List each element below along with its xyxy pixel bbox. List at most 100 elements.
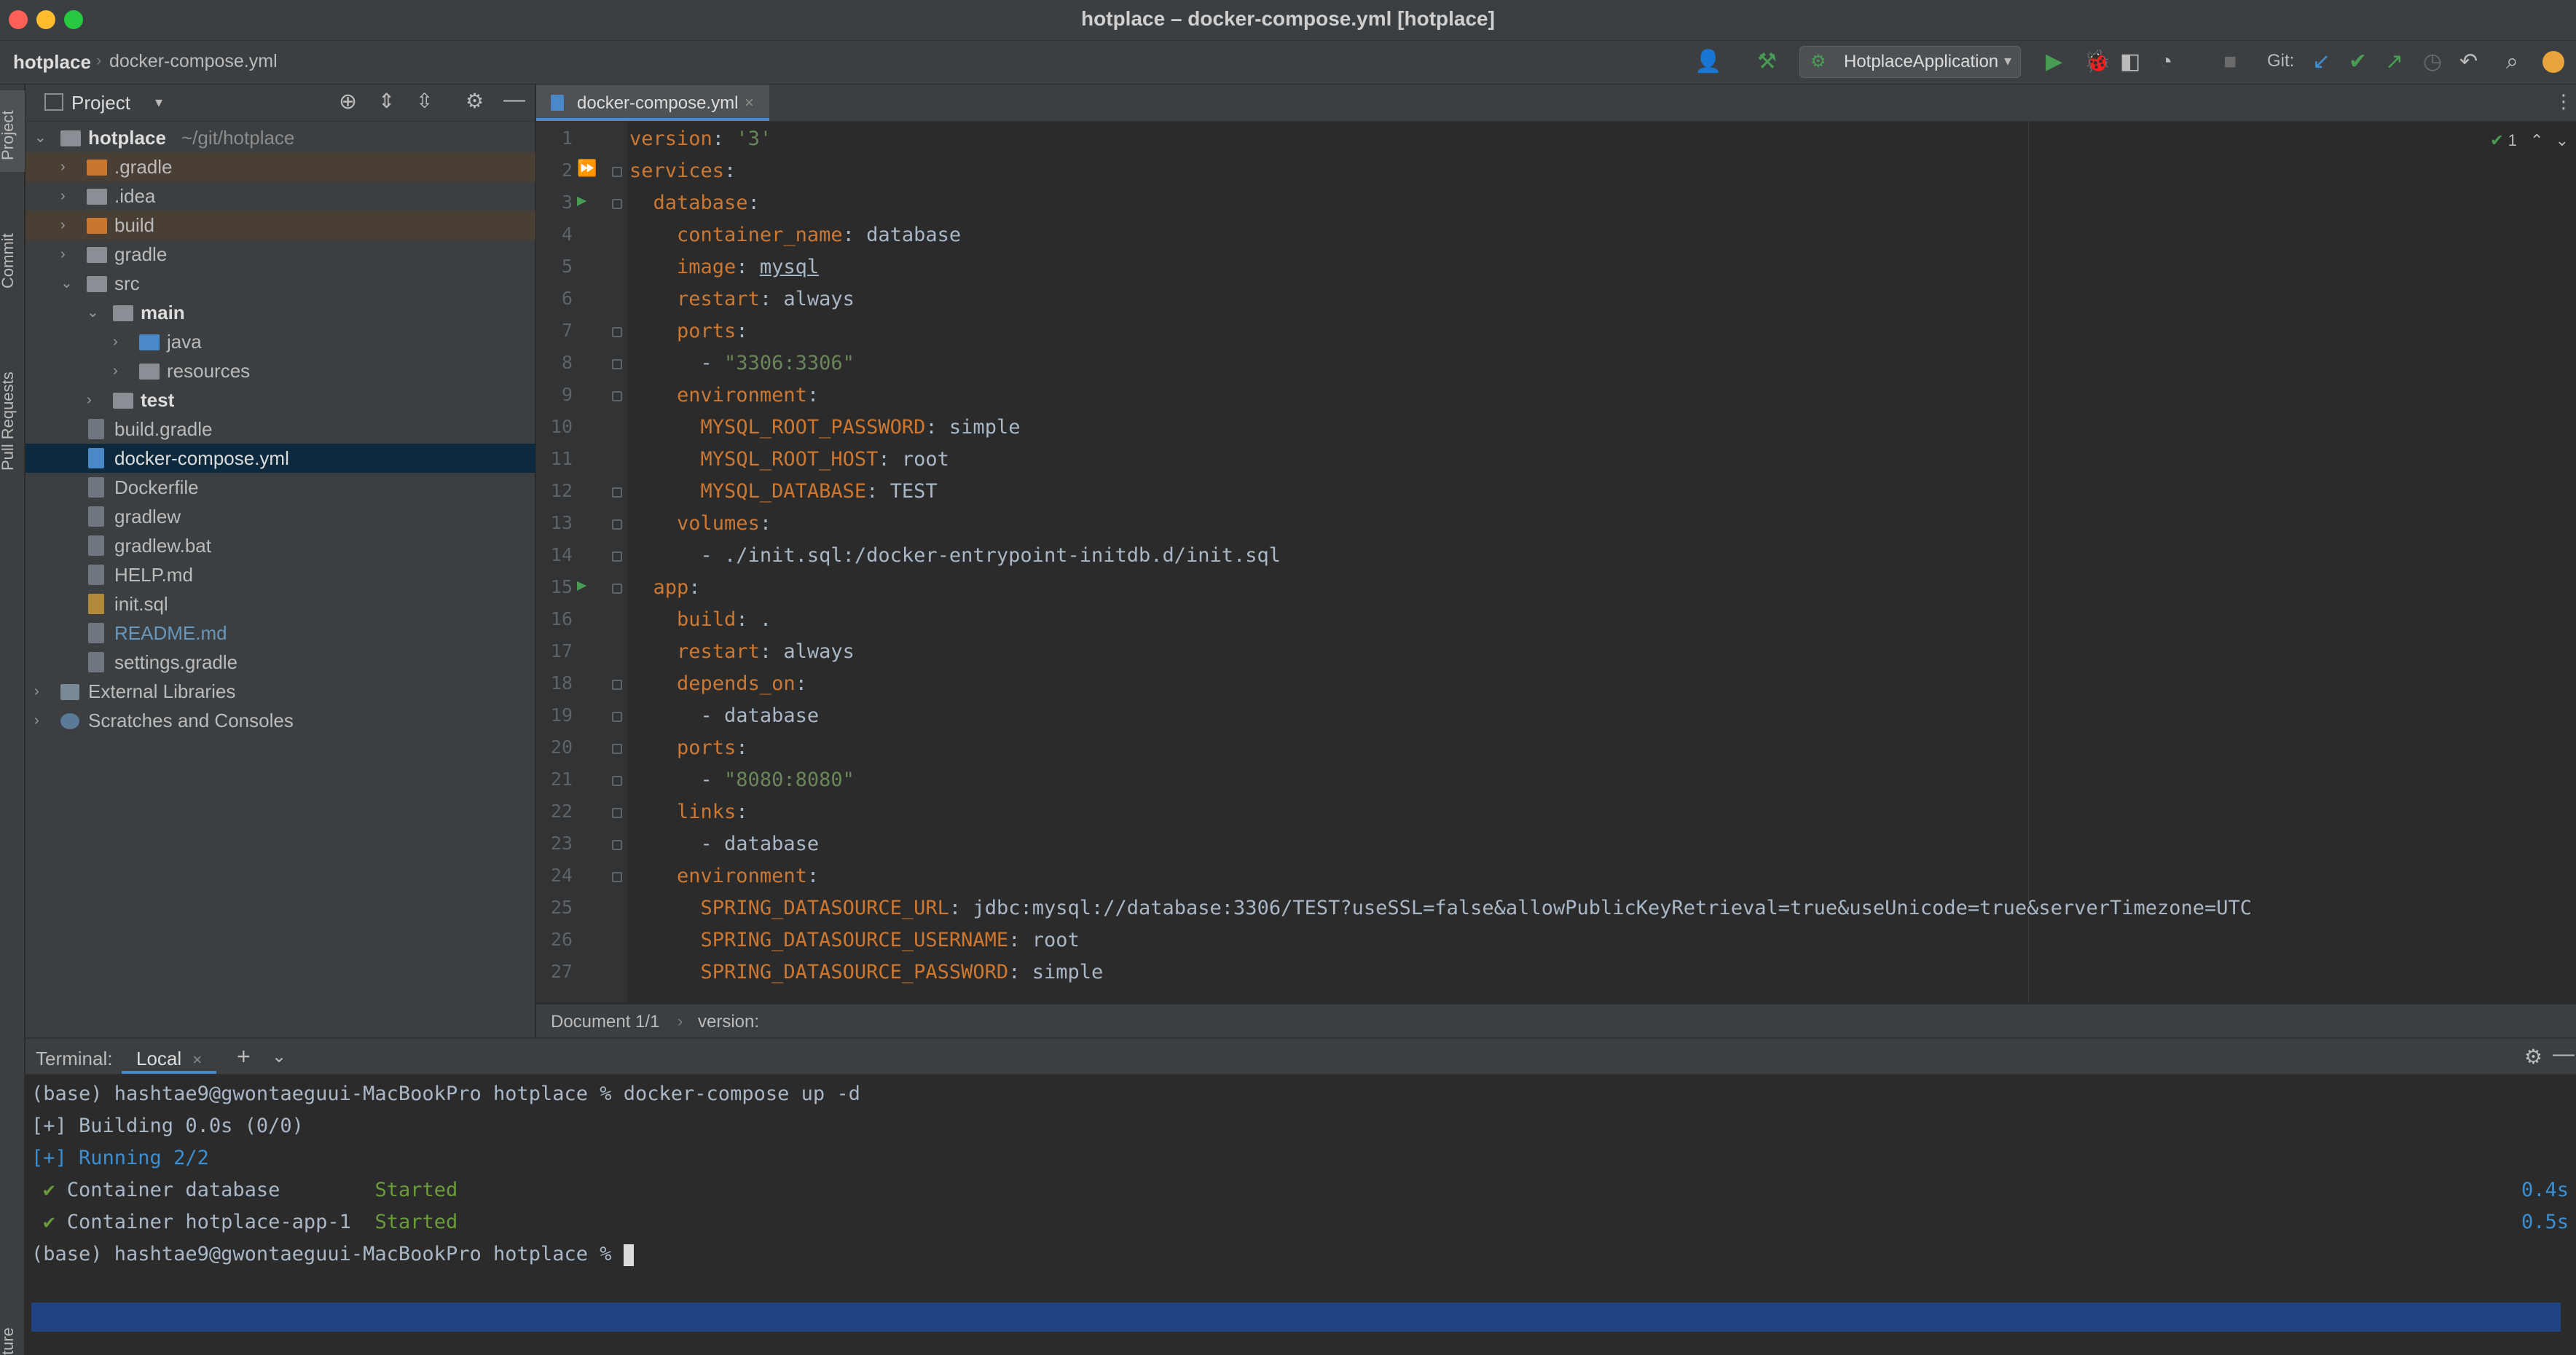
code-line[interactable]: app: <box>629 576 701 599</box>
fold-icon[interactable] <box>612 487 622 498</box>
run-all-icon[interactable]: ⏩ <box>577 160 597 178</box>
fold-icon[interactable] <box>612 744 622 754</box>
code-line[interactable]: version: '3' <box>629 127 771 150</box>
chevron-down-icon[interactable]: ▾ <box>155 93 162 111</box>
code-line[interactable]: links: <box>629 801 748 823</box>
build-hammer-icon[interactable]: ⚒ <box>1757 50 1777 74</box>
locate-icon[interactable]: ⊕ <box>339 89 357 114</box>
tree-item-main[interactable]: ⌄ main <box>25 298 535 327</box>
code-line[interactable]: - "3306:3306" <box>629 352 855 374</box>
tree-item-gradlew-bat[interactable]: gradlew.bat <box>25 531 535 560</box>
hide-panel-icon[interactable]: — <box>2553 1042 2575 1067</box>
git-push-icon[interactable]: ↗ <box>2385 50 2403 74</box>
code-line[interactable]: ports: <box>629 320 748 342</box>
breadcrumb-document[interactable]: Document 1/1 <box>551 1012 659 1032</box>
debug-icon[interactable]: 🐞 <box>2084 50 2110 74</box>
chevron-down-icon[interactable]: ⌄ <box>272 1046 286 1067</box>
gear-icon[interactable]: ⚙ <box>2524 1045 2542 1069</box>
git-commit-icon[interactable]: ✔ <box>2349 50 2367 74</box>
code-line[interactable]: database: <box>629 192 760 214</box>
tree-item-gradle-hidden[interactable]: › .gradle <box>25 152 535 181</box>
tree-item-hotplace[interactable]: ⌄ hotplace ~/git/hotplace <box>25 123 535 152</box>
fold-icon[interactable] <box>612 167 622 177</box>
tree-item-init-sql[interactable]: init.sql <box>25 589 535 618</box>
git-history-icon[interactable]: ◷ <box>2423 50 2442 74</box>
collapse-all-icon[interactable]: ⇳ <box>416 89 433 113</box>
code-line[interactable]: image: mysql <box>629 256 819 278</box>
tree-item-idea[interactable]: › .idea <box>25 181 535 211</box>
run-icon[interactable]: ▶ <box>577 576 586 594</box>
code-line[interactable]: ports: <box>629 737 748 759</box>
tree-item-test[interactable]: › test <box>25 385 535 415</box>
breadcrumb-item[interactable]: version: <box>698 1012 759 1032</box>
tree-item-docker-compose[interactable]: docker-compose.yml <box>25 444 535 473</box>
tree-item-readme[interactable]: README.md <box>25 618 535 648</box>
fold-icon[interactable] <box>612 712 622 722</box>
inspections-widget[interactable]: ✔ 1 ⌃ ⌄ <box>2490 131 2569 150</box>
updates-icon[interactable] <box>2542 51 2564 73</box>
tool-pull-requests-tab[interactable]: Pull Requests <box>0 372 17 471</box>
breadcrumb-file[interactable]: docker-compose.yml <box>109 51 278 72</box>
tool-structure-tab[interactable]: ture <box>0 1327 17 1355</box>
user-icon[interactable]: 👤 <box>1695 50 1721 74</box>
code-line[interactable]: depends_on: <box>629 672 807 695</box>
run-icon[interactable]: ▶ <box>2046 50 2062 74</box>
run-configuration-select[interactable]: ⚙ HotplaceApplication ▾ <box>1799 46 2021 78</box>
profiler-icon[interactable]: ◔ <box>2159 50 2172 74</box>
tab-docker-compose[interactable]: docker-compose.yml × <box>536 85 769 121</box>
code-line[interactable]: - ./init.sql:/docker-entrypoint-initdb.d… <box>629 544 1281 567</box>
code-line[interactable]: environment: <box>629 865 819 887</box>
tab-local[interactable]: Local × <box>122 1039 217 1074</box>
tree-item-src[interactable]: ⌄ src <box>25 269 535 298</box>
fold-icon[interactable] <box>612 391 622 401</box>
tree-item-dockerfile[interactable]: Dockerfile <box>25 473 535 502</box>
fold-icon[interactable] <box>612 840 622 850</box>
tree-item-scratches[interactable]: › Scratches and Consoles <box>25 706 535 735</box>
code-line[interactable]: restart: always <box>629 640 855 663</box>
fold-icon[interactable] <box>612 680 622 690</box>
code-line[interactable]: services: <box>629 160 736 182</box>
gear-icon[interactable]: ⚙ <box>466 89 484 113</box>
fold-icon[interactable] <box>612 776 622 786</box>
git-update-icon[interactable]: ↙ <box>2312 50 2330 74</box>
fold-icon[interactable] <box>612 808 622 818</box>
tree-item-build-gradle[interactable]: build.gradle <box>25 415 535 444</box>
tree-item-resources[interactable]: › resources <box>25 356 535 385</box>
code-line[interactable]: SPRING_DATASOURCE_URL: jdbc:mysql://data… <box>629 897 2252 919</box>
code-line[interactable]: - "8080:8080" <box>629 769 855 791</box>
tree-item-external-libraries[interactable]: › External Libraries <box>25 677 535 706</box>
tool-project-tab[interactable]: Project <box>0 111 17 160</box>
close-icon[interactable]: × <box>192 1050 202 1069</box>
tree-item-help-md[interactable]: HELP.md <box>25 560 535 589</box>
code-line[interactable]: MYSQL_DATABASE: TEST <box>629 480 938 503</box>
run-icon[interactable]: ▶ <box>577 192 586 210</box>
terminal-prompt-line[interactable]: (base) hashtae9@gwontaeguui-MacBookPro h… <box>31 1243 634 1266</box>
code-line[interactable]: build: . <box>629 608 771 631</box>
code-line[interactable]: MYSQL_ROOT_HOST: root <box>629 448 949 471</box>
code-line[interactable]: restart: always <box>629 288 855 310</box>
code-line[interactable]: SPRING_DATASOURCE_USERNAME: root <box>629 929 1080 951</box>
tree-item-gradle[interactable]: › gradle <box>25 240 535 269</box>
fold-icon[interactable] <box>612 872 622 882</box>
tree-item-settings-gradle[interactable]: settings.gradle <box>25 648 535 677</box>
close-icon[interactable]: × <box>745 93 754 112</box>
code-line[interactable]: volumes: <box>629 512 771 535</box>
fold-icon[interactable] <box>612 551 622 562</box>
tree-item-java[interactable]: › java <box>25 327 535 356</box>
git-rollback-icon[interactable]: ↶ <box>2459 50 2478 74</box>
code-line[interactable]: MYSQL_ROOT_PASSWORD: simple <box>629 416 1021 439</box>
expand-all-icon[interactable]: ⇕ <box>378 89 395 113</box>
breadcrumb-project[interactable]: hotplace <box>13 51 91 74</box>
code-line[interactable]: - database <box>629 704 820 727</box>
more-icon[interactable]: ⋮ <box>2554 90 2573 113</box>
project-panel-title[interactable]: Project <box>71 92 130 114</box>
tool-commit-tab[interactable]: Commit <box>0 233 17 288</box>
code-line[interactable]: container_name: database <box>629 224 961 246</box>
code-line[interactable]: SPRING_DATASOURCE_PASSWORD: simple <box>629 961 1104 983</box>
fold-icon[interactable] <box>612 359 622 369</box>
hide-panel-icon[interactable]: — <box>503 87 525 112</box>
stop-icon[interactable]: ■ <box>2223 50 2237 74</box>
add-terminal-icon[interactable]: + <box>237 1043 251 1070</box>
fold-icon[interactable] <box>612 199 622 209</box>
coverage-icon[interactable]: ◧ <box>2120 50 2140 74</box>
